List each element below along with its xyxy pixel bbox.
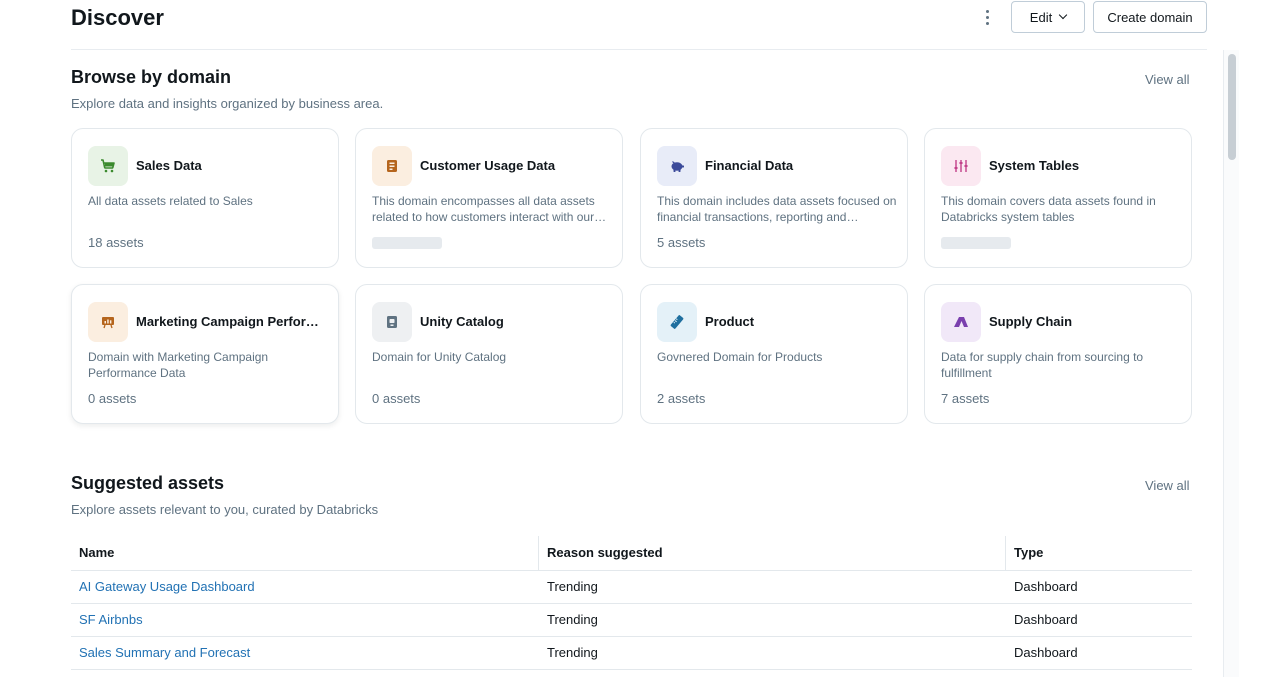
domain-description: This domain covers data assets found in … [941,194,1156,224]
asset-count-loading-skeleton [372,237,442,249]
domain-description: Data for supply chain from sourcing to f… [941,350,1144,380]
domain-asset-count: 5 assets [657,235,706,250]
asset-reason: Trending [547,612,598,627]
asset-reason: Trending [547,645,598,660]
asset-reason: Trending [547,579,598,594]
sliders-icon [941,146,981,186]
domain-card-system-tables[interactable]: System Tables This domain covers data as… [924,128,1192,268]
chevron-down-icon [1058,10,1068,20]
domain-name: Financial Data [705,158,794,173]
domain-asset-count: 7 assets [941,391,990,406]
asset-name-link[interactable]: SF Airbnbs [71,604,143,636]
domain-name: Customer Usage Data [420,158,556,173]
domain-description: All data assets related to Sales [88,194,253,208]
domain-name: Unity Catalog [420,314,504,329]
page-title: Discover [71,5,164,30]
domain-name: Supply Chain [989,314,1073,329]
column-header-type[interactable]: Type [1005,536,1192,570]
domain-asset-count: 2 assets [657,391,706,406]
domain-card-financial-data[interactable]: Financial Data This domain includes data… [640,128,908,268]
table-header: Name Reason suggested Type [71,536,1192,571]
suggested-section-title: Suggested assets [71,473,225,493]
piggy-bank-icon [657,146,697,186]
domain-description: Domain with Marketing Campaign Performan… [88,350,269,380]
domain-card-customer-usage-data[interactable]: Customer Usage Data This domain encompas… [355,128,623,268]
vertical-scrollbar[interactable] [1223,50,1239,677]
asset-type: Dashboard [1014,645,1078,660]
domain-card-supply-chain[interactable]: Supply Chain Data for supply chain from … [924,284,1192,424]
table-row[interactable]: SF Airbnbs Trending Dashboard [71,604,1192,637]
table-row[interactable]: Sales Summary and Forecast Trending Dash… [71,637,1192,670]
browse-section-subtitle: Explore data and insights organized by b… [71,96,384,111]
ruler-icon [657,302,697,342]
discover-page: Discover Edit Create domain Browse by do… [71,0,1207,677]
asset-type: Dashboard [1014,612,1078,627]
clipboard-icon [372,146,412,186]
domain-description: Govnered Domain for Products [657,350,823,364]
suggested-view-all-link[interactable]: View all [1145,478,1190,493]
asset-count-loading-skeleton [941,237,1011,249]
domain-name: Sales Data [136,158,202,173]
domain-name: System Tables [989,158,1080,173]
browse-view-all-link[interactable]: View all [1145,72,1190,87]
domain-card-product[interactable]: Product Govnered Domain for Products 2 a… [640,284,908,424]
page-header: Discover Edit Create domain [71,0,1207,50]
domain-card-unity-catalog[interactable]: Unity Catalog Domain for Unity Catalog 0… [355,284,623,424]
domain-asset-count: 0 assets [88,391,137,406]
cart-icon [88,146,128,186]
scrollbar-thumb[interactable] [1228,54,1236,160]
domain-card-marketing-campaign-performance[interactable]: Marketing Campaign Performance Domain wi… [71,284,339,424]
asset-name-link[interactable]: Sales Summary and Forecast [71,637,250,669]
domain-asset-count: 0 assets [372,391,421,406]
browse-section-title: Browse by domain [71,67,232,87]
column-header-name[interactable]: Name [71,536,537,570]
asset-name-link[interactable]: AI Gateway Usage Dashboard [71,571,255,603]
tent-icon [941,302,981,342]
domain-card-sales-data[interactable]: Sales Data All data assets related to Sa… [71,128,339,268]
column-header-reason[interactable]: Reason suggested [538,536,1005,570]
asset-type: Dashboard [1014,579,1078,594]
suggested-section-subtitle: Explore assets relevant to you, curated … [71,502,379,517]
domain-name: Product [705,314,755,329]
domain-description: This domain includes data assets focused… [657,194,897,224]
domain-asset-count: 18 assets [88,235,144,250]
create-domain-button[interactable]: Create domain [1093,1,1207,33]
catalog-icon [372,302,412,342]
presentation-icon [88,302,128,342]
domain-description: Domain for Unity Catalog [372,350,507,364]
edit-button[interactable]: Edit [1011,1,1085,33]
more-options-icon[interactable] [975,4,999,30]
domain-name: Marketing Campaign Performance [136,314,326,329]
table-row[interactable]: AI Gateway Usage Dashboard Trending Dash… [71,571,1192,604]
edit-button-label: Edit [1029,9,1053,25]
domain-description: This domain encompasses all data assets … [372,194,595,224]
